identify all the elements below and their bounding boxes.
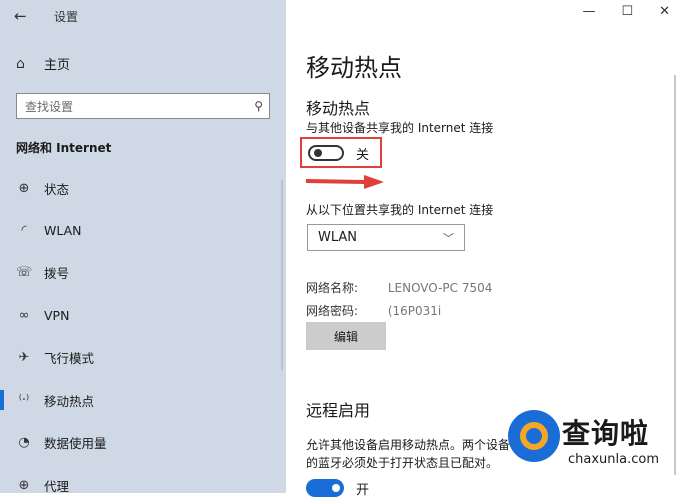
connection-select[interactable]: WLAN ﹀	[307, 224, 465, 251]
section-title: 网络和 Internet	[16, 141, 112, 155]
globe-icon: ⊕	[18, 180, 30, 196]
network-password-row: 网络密码: (16P031i	[306, 302, 441, 319]
watermark-url: chaxunla.com	[568, 452, 659, 467]
remote-enable-desc: 允许其他设备启用移动热点。两个设备的蓝牙必须处于打开状态且已配对。	[306, 438, 511, 470]
search-icon: ⚲	[254, 99, 263, 113]
sidebar-item-wlan[interactable]: ◜ WLAN	[0, 216, 286, 244]
sidebar-item-label: 状态	[44, 181, 70, 197]
back-arrow-icon[interactable]: ←	[14, 7, 32, 25]
toggle-knob	[332, 484, 340, 492]
sidebar-item-hotspot[interactable]: ⁽·⁾ 移动热点	[0, 386, 286, 414]
sidebar-item-label: 拨号	[44, 265, 70, 281]
sidebar-item-vpn[interactable]: ∞ VPN	[0, 301, 286, 329]
select-value: WLAN	[318, 230, 358, 245]
sidebar-item-label: 数据使用量	[44, 435, 107, 451]
edit-button[interactable]: 编辑	[306, 322, 386, 350]
red-arrow-annotation	[306, 175, 384, 189]
toggle-state-label: 关	[356, 148, 370, 163]
maximize-icon[interactable]: ☐	[621, 4, 633, 19]
home-icon: ⌂	[16, 55, 25, 72]
sidebar-item-label: WLAN	[44, 222, 82, 238]
window-controls: — ☐ ✕	[582, 4, 670, 19]
share-from-label: 从以下位置共享我的 Internet 连接	[306, 203, 494, 217]
data-usage-icon: ◔	[18, 434, 30, 450]
main-scrollbar[interactable]	[674, 75, 676, 475]
search-input[interactable]: 查找设置 ⚲	[16, 93, 270, 119]
sidebar-item-dialup[interactable]: ☏ 拨号	[0, 258, 286, 286]
close-icon[interactable]: ✕	[659, 4, 670, 19]
search-placeholder: 查找设置	[25, 99, 74, 114]
home-nav[interactable]: ⌂ 主页	[16, 54, 71, 74]
active-indicator	[0, 390, 4, 410]
hotspot-subtitle: 移动热点	[306, 99, 371, 118]
sidebar-item-label: 移动热点	[44, 393, 95, 409]
network-name-value: LENOVO-PC 7504	[387, 281, 493, 295]
toggle-knob	[314, 149, 322, 157]
network-name-row: 网络名称: LENOVO-PC 7504	[306, 279, 492, 296]
minimize-icon[interactable]: —	[582, 4, 595, 19]
sidebar-item-proxy[interactable]: ⊕ 代理	[0, 471, 286, 499]
page-title: 移动热点	[306, 54, 402, 82]
sidebar: ← 设置 ⌂ 主页 查找设置 ⚲ 网络和 Internet ⊕ 状态 ◜ WLA…	[0, 0, 286, 494]
watermark-ring	[520, 422, 548, 450]
sidebar-item-airplane[interactable]: ✈ 飞行模式	[0, 343, 286, 371]
sidebar-item-status[interactable]: ⊕ 状态	[0, 174, 286, 202]
watermark-text: 查询啦	[562, 417, 650, 450]
sidebar-item-label: 飞行模式	[44, 350, 95, 366]
sidebar-item-data-usage[interactable]: ◔ 数据使用量	[0, 428, 286, 456]
sidebar-item-label: VPN	[44, 307, 70, 323]
airplane-icon: ✈	[18, 349, 30, 365]
titlebar: ← 设置	[14, 6, 78, 26]
remote-toggle[interactable]	[306, 479, 344, 497]
network-name-label: 网络名称:	[306, 281, 359, 295]
vpn-icon: ∞	[18, 307, 30, 323]
proxy-icon: ⊕	[18, 477, 30, 493]
chevron-down-icon: ﹀	[443, 231, 454, 245]
sidebar-scrollbar[interactable]	[281, 180, 283, 370]
watermark-logo-icon	[508, 410, 560, 462]
remote-enable-title: 远程启用	[306, 401, 371, 420]
main-panel: — ☐ ✕ 移动热点 移动热点 与其他设备共享我的 Internet 连接 关 …	[286, 0, 682, 498]
network-password-label: 网络密码:	[306, 304, 359, 318]
sidebar-item-label: 代理	[44, 478, 70, 494]
hotspot-toggle[interactable]	[308, 145, 344, 161]
share-label: 与其他设备共享我的 Internet 连接	[306, 121, 494, 135]
hotspot-icon: ⁽·⁾	[18, 392, 30, 408]
home-label: 主页	[44, 58, 71, 73]
dialup-icon: ☏	[16, 264, 33, 280]
wifi-icon: ◜	[21, 222, 27, 238]
network-password-value: (16P031i	[387, 304, 442, 318]
app-title: 设置	[54, 9, 79, 24]
remote-toggle-state: 开	[356, 483, 370, 498]
